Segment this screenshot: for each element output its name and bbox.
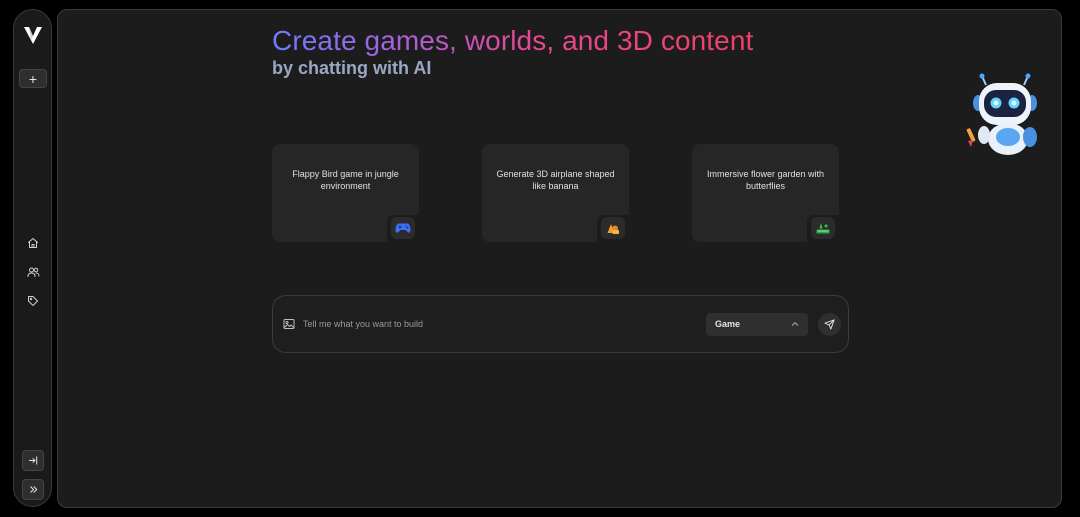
shapes-icon	[607, 223, 619, 234]
prompt-input[interactable]	[303, 316, 693, 332]
tag-icon	[28, 296, 38, 306]
v-logo-icon[interactable]	[23, 25, 43, 45]
prompt-box: Game	[272, 295, 849, 353]
send-icon	[824, 319, 835, 330]
sidebar-item-community[interactable]	[25, 264, 41, 280]
world-icon	[816, 223, 830, 234]
sidebar-item-home[interactable]	[25, 235, 41, 251]
login-button[interactable]	[22, 450, 44, 471]
suggestion-text: Flappy Bird game in jungle environment	[292, 169, 399, 191]
image-icon[interactable]	[283, 318, 295, 330]
robot-mascot-icon	[966, 73, 1037, 155]
gamepad-icon	[395, 223, 411, 233]
new-project-button[interactable]: +	[19, 69, 47, 88]
suggestion-text: Generate 3D airplane shaped like banana	[496, 169, 615, 191]
plus-icon: +	[28, 70, 38, 87]
main-panel: Create games, worlds, and 3D content by …	[57, 9, 1062, 508]
send-button[interactable]	[818, 313, 841, 336]
suggestion-card[interactable]: Immersive flower garden with butterflies	[692, 144, 839, 242]
mode-select[interactable]: Game	[706, 313, 808, 336]
users-icon	[27, 267, 39, 277]
expand-sidebar-button[interactable]	[22, 479, 44, 500]
chevron-up-icon	[791, 322, 799, 326]
sidebar: +	[13, 9, 52, 507]
suggestion-card[interactable]: Flappy Bird game in jungle environment	[272, 144, 419, 242]
home-icon	[28, 238, 38, 248]
suggestion-text: Immersive flower garden with butterflies	[706, 169, 825, 191]
sidebar-item-pricing[interactable]	[25, 293, 41, 309]
hero-subtitle: by chatting with AI	[272, 58, 432, 78]
hero-title: Create games, worlds, and 3D content	[272, 25, 754, 56]
mode-select-value: Game	[715, 319, 741, 329]
login-icon	[28, 456, 37, 465]
suggestion-card[interactable]: Generate 3D airplane shaped like banana	[482, 144, 629, 242]
chevrons-right-icon	[29, 486, 37, 493]
